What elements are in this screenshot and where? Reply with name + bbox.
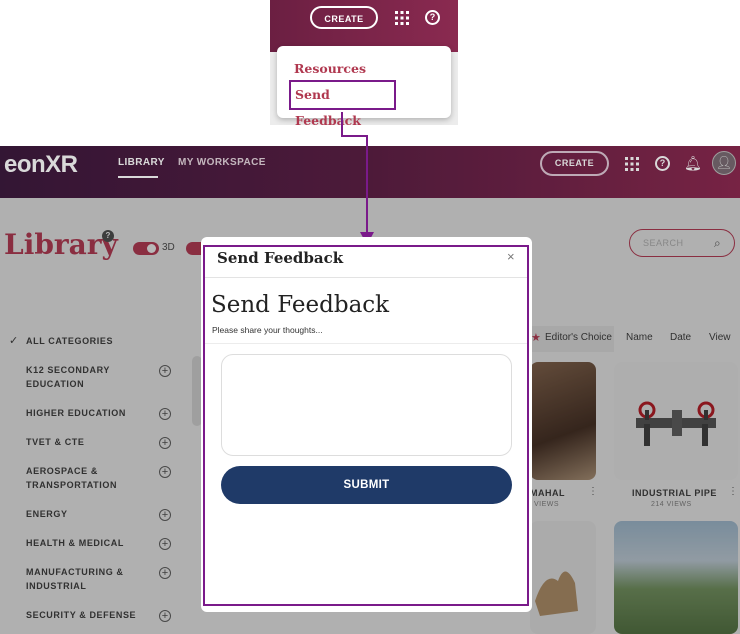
- submit-button[interactable]: SUBMIT: [221, 466, 512, 504]
- help-icon[interactable]: ?: [425, 10, 440, 25]
- help-dropdown-menu: Resources Send Feedback: [277, 46, 451, 125]
- modal-heading: Send Feedback: [211, 292, 390, 318]
- menu-item-send-feedback[interactable]: Send Feedback: [289, 80, 396, 125]
- modal-subtitle: Please share your thoughts...: [212, 325, 323, 335]
- header-overlay: [0, 146, 740, 198]
- send-feedback-modal: Send Feedback × Send Feedback Please sha…: [201, 237, 532, 612]
- apps-grid-icon[interactable]: [395, 11, 409, 25]
- modal-divider: [205, 343, 527, 344]
- menu-inset: CREATE ? Resources Send Feedback: [270, 0, 458, 125]
- close-icon[interactable]: ×: [507, 249, 515, 264]
- feedback-textarea[interactable]: [221, 354, 512, 456]
- modal-divider: [205, 277, 527, 278]
- inset-create-button[interactable]: CREATE: [310, 6, 378, 29]
- menu-item-resources[interactable]: Resources: [294, 61, 366, 76]
- modal-title: Send Feedback: [217, 249, 344, 267]
